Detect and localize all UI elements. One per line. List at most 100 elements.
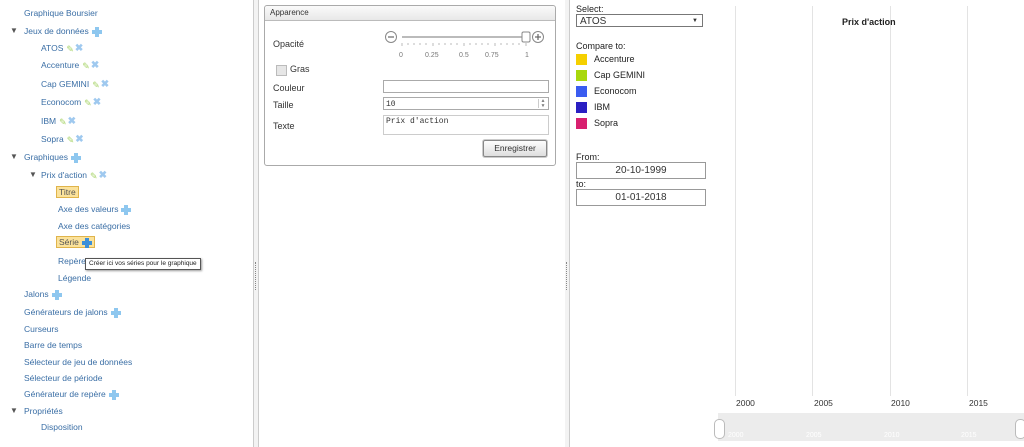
save-button[interactable]: Enregistrer <box>483 140 547 157</box>
nav-year-label: 2010 <box>884 432 900 439</box>
texte-textarea[interactable]: Prix d'action <box>383 115 549 135</box>
chevron-down-icon[interactable]: ▼ <box>10 152 18 161</box>
tree-item-dataset[interactable]: ATOS ✎✖ <box>41 41 83 55</box>
chevron-down-icon[interactable]: ▼ <box>29 170 37 179</box>
tree-item-serie[interactable]: Série <box>56 235 95 249</box>
tree-label-selected: Titre <box>56 186 79 198</box>
tree-item-axe-valeurs[interactable]: Axe des valeurs <box>58 202 132 216</box>
tree-item-curseurs[interactable]: Curseurs <box>24 322 58 336</box>
taille-value: 10 <box>386 100 396 109</box>
year-label: 2000 <box>736 398 755 408</box>
tree-label: Propriétés <box>24 406 63 416</box>
color-swatch <box>576 54 587 65</box>
compare-name: Cap GEMINI <box>594 70 646 80</box>
tree-item-jeux-de-donnees[interactable]: Jeux de données <box>24 24 102 38</box>
edit-icon[interactable]: ✎ <box>92 78 100 92</box>
to-label: to: <box>576 179 587 189</box>
chevron-down-icon[interactable]: ▼ <box>10 26 18 35</box>
spinner-icon[interactable]: ▲ ▼ <box>538 99 547 108</box>
couleur-label: Couleur <box>273 83 305 93</box>
tree-item-selecteur-periode[interactable]: Sélecteur de période <box>24 371 102 385</box>
edit-icon[interactable]: ✎ <box>67 133 75 147</box>
tree-item-legende[interactable]: Légende <box>58 271 91 285</box>
add-icon[interactable] <box>70 152 81 163</box>
tree-item-dataset[interactable]: Accenture ✎✖ <box>41 58 99 72</box>
tree-item-barre-temps[interactable]: Barre de temps <box>24 338 82 352</box>
tree-pane: Graphique Boursier ▼ Jeux de données ATO… <box>0 0 254 447</box>
properties-pane: Apparence Opacité 0 0.25 0.5 0.75 1 Gras… <box>258 0 566 447</box>
year-label: 2005 <box>814 398 833 408</box>
delete-icon[interactable]: ✖ <box>75 133 83 147</box>
add-icon[interactable] <box>108 389 119 400</box>
tree-label: Axe des catégories <box>58 221 131 231</box>
add-icon[interactable] <box>121 204 132 215</box>
tree-item-disposition[interactable]: Disposition <box>41 420 83 434</box>
delete-icon[interactable]: ✖ <box>99 169 107 183</box>
tree-label: Générateur de repère <box>24 389 106 399</box>
edit-icon[interactable]: ✎ <box>66 42 74 56</box>
gridline <box>967 6 968 396</box>
range-navigator[interactable]: 2000 2005 2010 2015 <box>714 413 1024 441</box>
chevron-down-icon[interactable]: ▼ <box>10 406 18 415</box>
delete-icon[interactable]: ✖ <box>101 78 109 92</box>
tree-label: Sopra <box>41 134 64 144</box>
gras-label: Gras <box>290 64 310 74</box>
gridline <box>735 6 736 396</box>
tree-label: Curseurs <box>24 324 59 334</box>
tree-label: Générateurs de jalons <box>24 307 108 317</box>
edit-icon[interactable]: ✎ <box>82 59 90 73</box>
tree-item-titre[interactable]: Titre <box>56 185 79 199</box>
delete-icon[interactable]: ✖ <box>75 42 83 56</box>
taille-input[interactable]: 10 ▲ ▼ <box>383 97 549 110</box>
tree-label: Graphique Boursier <box>24 8 98 18</box>
tree-item-graphiques[interactable]: Graphiques <box>24 150 81 164</box>
tick-label: 0.25 <box>425 52 439 59</box>
gras-checkbox[interactable] <box>276 65 287 76</box>
delete-icon[interactable]: ✖ <box>93 96 101 110</box>
add-icon[interactable] <box>110 307 121 318</box>
tree-label: Axe des valeurs <box>58 204 119 214</box>
tree-label-hover: Série <box>56 236 95 248</box>
edit-icon[interactable]: ✎ <box>84 96 92 110</box>
tree-item-selecteur-jeu[interactable]: Sélecteur de jeu de données <box>24 355 132 369</box>
dataset-select[interactable]: ATOS ▼ <box>576 14 703 27</box>
delete-icon[interactable]: ✖ <box>68 115 76 129</box>
opacite-label: Opacité <box>273 39 305 49</box>
tree-label: Disposition <box>41 422 83 432</box>
tree-label: Série <box>59 237 79 247</box>
texte-label: Texte <box>273 121 295 131</box>
tree-item-dataset[interactable]: Cap GEMINI ✎✖ <box>41 77 109 91</box>
nav-year-label: 2015 <box>961 432 977 439</box>
compare-name: IBM <box>594 102 611 112</box>
tree-item-axe-categories[interactable]: Axe des catégories <box>58 219 130 233</box>
add-icon[interactable] <box>51 289 62 300</box>
range-handle-left[interactable] <box>714 419 725 439</box>
to-date-input[interactable]: 01-01-2018 <box>576 189 706 206</box>
compare-name: Accenture <box>594 54 635 64</box>
tree-item-generateurs-jalons[interactable]: Générateurs de jalons <box>24 305 121 319</box>
tree-item-dataset[interactable]: Sopra ✎✖ <box>41 132 84 146</box>
delete-icon[interactable]: ✖ <box>91 59 99 73</box>
edit-icon[interactable]: ✎ <box>59 115 67 129</box>
color-swatch <box>576 118 587 129</box>
tree-label: Barre de temps <box>24 340 83 350</box>
select-label: Select: <box>576 4 604 14</box>
tree-item-graphique-boursier[interactable]: Graphique Boursier <box>24 6 98 20</box>
tree-item-dataset[interactable]: Econocom ✎✖ <box>41 95 101 109</box>
from-label: From: <box>576 152 600 162</box>
tree-item-generateur-repere[interactable]: Générateur de repère <box>24 387 119 401</box>
year-label: 2010 <box>891 398 910 408</box>
compare-name: Sopra <box>594 118 619 128</box>
tree-item-dataset[interactable]: IBM ✎✖ <box>41 114 76 128</box>
nav-year-label: 2005 <box>806 432 822 439</box>
tree-item-proprietes[interactable]: Propriétés <box>24 404 63 418</box>
add-icon[interactable] <box>81 237 92 248</box>
add-icon[interactable] <box>91 26 102 37</box>
range-handle-right[interactable] <box>1015 419 1024 439</box>
tree-item-prix-daction[interactable]: Prix d'action ✎✖ <box>41 168 107 182</box>
edit-icon[interactable]: ✎ <box>90 169 98 183</box>
from-date-input[interactable]: 20-10-1999 <box>576 162 706 179</box>
tree-item-jalons[interactable]: Jalons <box>24 287 62 301</box>
couleur-input[interactable] <box>383 80 549 93</box>
tree-label: IBM <box>41 116 57 126</box>
